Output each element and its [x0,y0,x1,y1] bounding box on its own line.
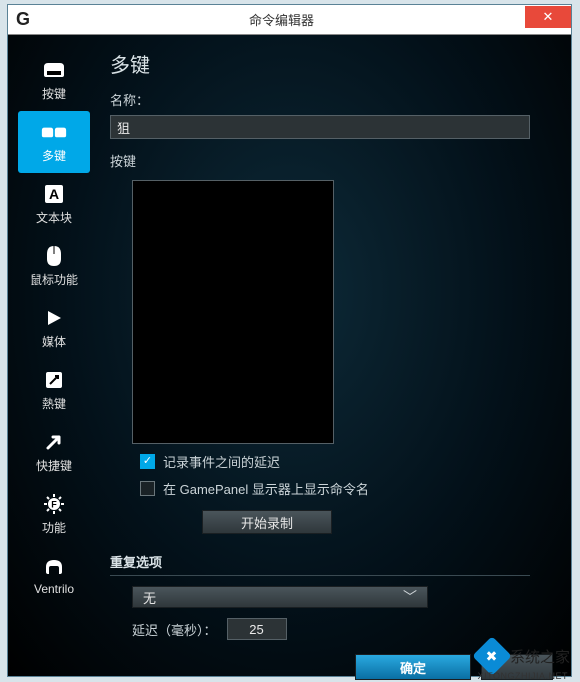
logitech-logo: G [8,5,38,35]
watermark: 系统之家 [478,642,570,670]
gamepanel-label: 在 GamePanel 显示器上显示命令名 [163,479,369,498]
delay-input[interactable]: 25 [227,618,287,640]
watermark-subtext: XITONGZHIJIA.NET [478,671,568,681]
gamepanel-checkbox[interactable] [140,481,155,496]
close-button[interactable]: ✕ [525,6,571,28]
sidebar-item-label: 熱键 [42,395,66,412]
sidebar-item-label: 媒体 [42,333,66,350]
sidebar-item-textblock[interactable]: A 文本块 [18,173,90,235]
key-icon [41,59,67,81]
name-label: 名称： [110,90,553,109]
sidebar-item-label: 快捷键 [36,457,72,474]
category-sidebar: 按键 多键 A 文本块 鼠标功能 [8,35,100,676]
repeat-select[interactable]: 无 ﹀ [132,586,428,608]
command-editor-window: G 命令编辑器 ✕ 按键 多键 A 文本块 [7,4,572,677]
svg-text:F: F [51,499,57,509]
sidebar-item-media[interactable]: 媒体 [18,297,90,359]
start-recording-button[interactable]: 开始录制 [202,510,332,534]
sidebar-item-function[interactable]: F 功能 [18,483,90,545]
media-icon [41,307,67,329]
window-body: 按键 多键 A 文本块 鼠标功能 [8,35,571,676]
function-icon: F [41,493,67,515]
sidebar-item-hotkey[interactable]: 熱键 [18,359,90,421]
sidebar-item-label: 多键 [42,147,66,164]
repeat-section-heading: 重复选项 [110,552,530,576]
textblock-icon: A [41,183,67,205]
close-icon: ✕ [543,9,554,25]
delay-label: 延迟（毫秒）： [132,620,217,639]
sidebar-item-mouse[interactable]: 鼠标功能 [18,235,90,297]
sidebar-item-label: 文本块 [36,209,72,226]
sidebar-item-label: 按键 [42,85,66,102]
watermark-text: 系统之家 [510,646,570,667]
keys-label: 按键 [110,151,553,170]
watermark-icon [472,636,512,676]
ventrilo-icon [41,556,67,578]
sidebar-item-multikey[interactable]: 多键 [18,111,90,173]
svg-text:A: A [49,186,59,202]
sidebar-item-shortcut[interactable]: 快捷键 [18,421,90,483]
record-delay-label: 记录事件之间的延迟 [163,452,280,471]
panel-heading: 多键 [110,49,553,78]
hotkey-icon [41,369,67,391]
delay-row: 延迟（毫秒）： 25 [132,618,553,640]
sidebar-item-label: 鼠标功能 [30,271,78,288]
sidebar-item-key[interactable]: 按键 [18,49,90,111]
keys-recording-box[interactable] [132,180,334,444]
record-delay-row[interactable]: 记录事件之间的延迟 [140,452,553,471]
gamepanel-row[interactable]: 在 GamePanel 显示器上显示命令名 [140,479,553,498]
window-title: 命令编辑器 [38,10,525,29]
record-delay-checkbox[interactable] [140,454,155,469]
main-panel: 多键 名称： 狙 按键 记录事件之间的延迟 在 GamePanel 显示器上显示… [100,35,571,676]
titlebar: G 命令编辑器 ✕ [8,5,571,35]
ok-button[interactable]: 确定 [355,654,471,680]
shortcut-icon [41,431,67,453]
multikey-icon [41,121,67,143]
mouse-icon [41,245,67,267]
repeat-select-value: 无 [143,588,156,607]
sidebar-item-label: Ventrilo [34,582,74,596]
chevron-down-icon: ﹀ [403,587,417,607]
sidebar-item-ventrilo[interactable]: Ventrilo [18,545,90,607]
sidebar-item-label: 功能 [42,519,66,536]
name-input[interactable]: 狙 [110,115,530,139]
